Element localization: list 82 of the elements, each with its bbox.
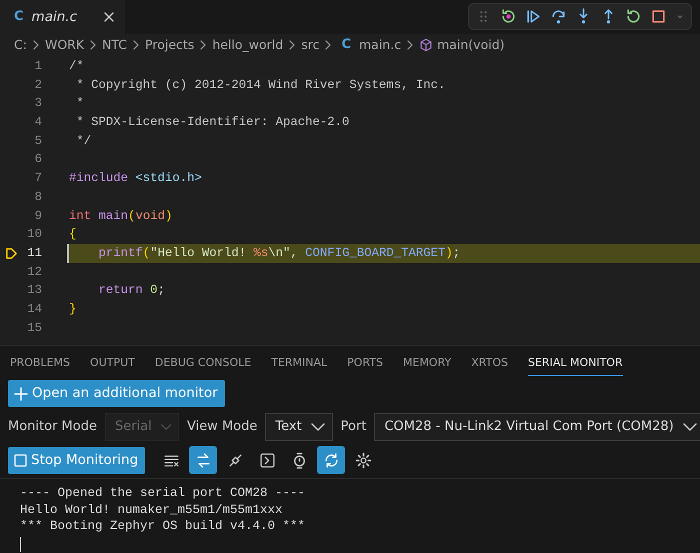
code-line: */: [75, 132, 92, 150]
c-file-icon: C: [341, 35, 351, 55]
stop-monitoring-button[interactable]: Stop Monitoring: [8, 446, 146, 474]
swap-arrows-toggle[interactable]: [189, 446, 218, 474]
field-label: Port: [340, 418, 366, 436]
line-number: 2: [34, 76, 42, 94]
close-icon[interactable]: [103, 11, 115, 23]
chevron-icon: [131, 39, 142, 51]
line-number: 11: [26, 244, 42, 262]
terminal-icon: [258, 452, 276, 468]
plus-icon: [14, 386, 28, 400]
chevron-down-icon: [682, 420, 698, 432]
restart-frame-icon[interactable]: [500, 8, 517, 25]
breadcrumb-item[interactable]: main(void): [437, 36, 505, 54]
step-over-icon[interactable]: [550, 8, 567, 25]
chevron-down-icon: [310, 420, 326, 432]
mode-dropdown[interactable]: Text: [265, 412, 333, 440]
breadcrumb-item[interactable]: Projects: [145, 36, 194, 54]
line-number: 13: [26, 282, 42, 300]
code-line: {: [68, 226, 78, 244]
chevron-icon: [198, 39, 208, 51]
breadcrumb-item[interactable]: src: [301, 36, 320, 54]
line-number: 12: [26, 264, 42, 281]
breadcrumb-item[interactable]: WORK: [44, 36, 84, 54]
swap-arrows-icon: [194, 452, 212, 468]
line-number: 10: [26, 226, 42, 244]
chevron-icon: [287, 39, 298, 51]
execution-pointer-icon: [5, 246, 18, 260]
panel-tab[interactable]: PROBLEMS: [10, 353, 70, 376]
chevron-icon: [323, 39, 334, 51]
line-number: 15: [26, 320, 42, 337]
port-dropdown[interactable]: COM28 - Nu-Link2 Virtual Com Port (COM28): [374, 412, 700, 440]
c-file-icon: C: [14, 7, 24, 27]
cube-icon: [419, 38, 434, 52]
line-number: 6: [34, 151, 42, 168]
panel-tab[interactable]: OUTPUT: [90, 353, 135, 376]
autoscroll-toggle[interactable]: [317, 446, 346, 474]
chevron-icon: [88, 39, 98, 51]
output-line: *** Booting Zephyr OS build v4.4.0 ***: [20, 518, 306, 534]
output-line: ---- Opened the serial port COM28 ----: [20, 485, 306, 502]
mode-dropdown: Serial: [104, 412, 179, 440]
line-number: 5: [34, 132, 42, 150]
code-line: return 0;: [98, 282, 166, 300]
output-line: Hello World! numaker_m55m1/m55m1xxx: [20, 502, 284, 518]
stop-icon[interactable]: [650, 8, 667, 25]
square-icon: [14, 454, 27, 466]
panel-tab[interactable]: MEMORY: [403, 353, 452, 376]
chevron-icon: [405, 39, 416, 51]
code-line: #include <stdio.h>: [68, 170, 203, 188]
panel-tab[interactable]: XRTOS: [471, 353, 508, 376]
panel-tab[interactable]: TERMINAL: [271, 353, 328, 376]
line-number: 7: [34, 170, 42, 188]
code-line: * SPDX-License-Identifier: Apache-2.0: [75, 114, 350, 132]
field-label: View Mode: [186, 418, 258, 436]
field-label: Monitor Mode: [8, 418, 97, 436]
line-number: 14: [26, 300, 42, 318]
panel-tab[interactable]: PORTS: [347, 353, 383, 376]
restart-icon[interactable]: [625, 8, 642, 25]
code-line: *: [75, 95, 85, 112]
code-line: int main(void): [68, 208, 174, 224]
continue-icon[interactable]: [525, 8, 542, 25]
plug-icon: [226, 452, 244, 468]
editor-tab[interactable]: C main.c: [0, 0, 125, 34]
chevron-icon: [30, 39, 41, 51]
breadcrumb-item[interactable]: C:: [14, 36, 27, 54]
code-line: * Copyright (c) 2012-2014 Wind River Systems, Inc.: [75, 76, 446, 94]
settings-icon: [354, 452, 372, 468]
autoscroll-icon: [322, 452, 340, 468]
line-number: 1: [34, 58, 42, 75]
breadcrumb-item[interactable]: NTC: [102, 36, 128, 54]
line-number: 8: [34, 188, 42, 206]
line-number: 9: [34, 208, 42, 224]
line-number: 4: [34, 114, 42, 132]
code-line: }: [68, 300, 78, 318]
open-monitor-button[interactable]: Open an additional monitor: [8, 380, 225, 407]
breadcrumb-item[interactable]: hello_world: [212, 36, 284, 54]
line-number: 3: [34, 95, 42, 112]
panel-tab[interactable]: DEBUG CONSOLE: [154, 353, 252, 376]
breadcrumb-item[interactable]: main.c: [358, 36, 402, 54]
text-cursor: [20, 536, 21, 552]
panel-tab[interactable]: SERIAL MONITOR: [528, 353, 623, 376]
code-line: /*: [68, 58, 85, 75]
